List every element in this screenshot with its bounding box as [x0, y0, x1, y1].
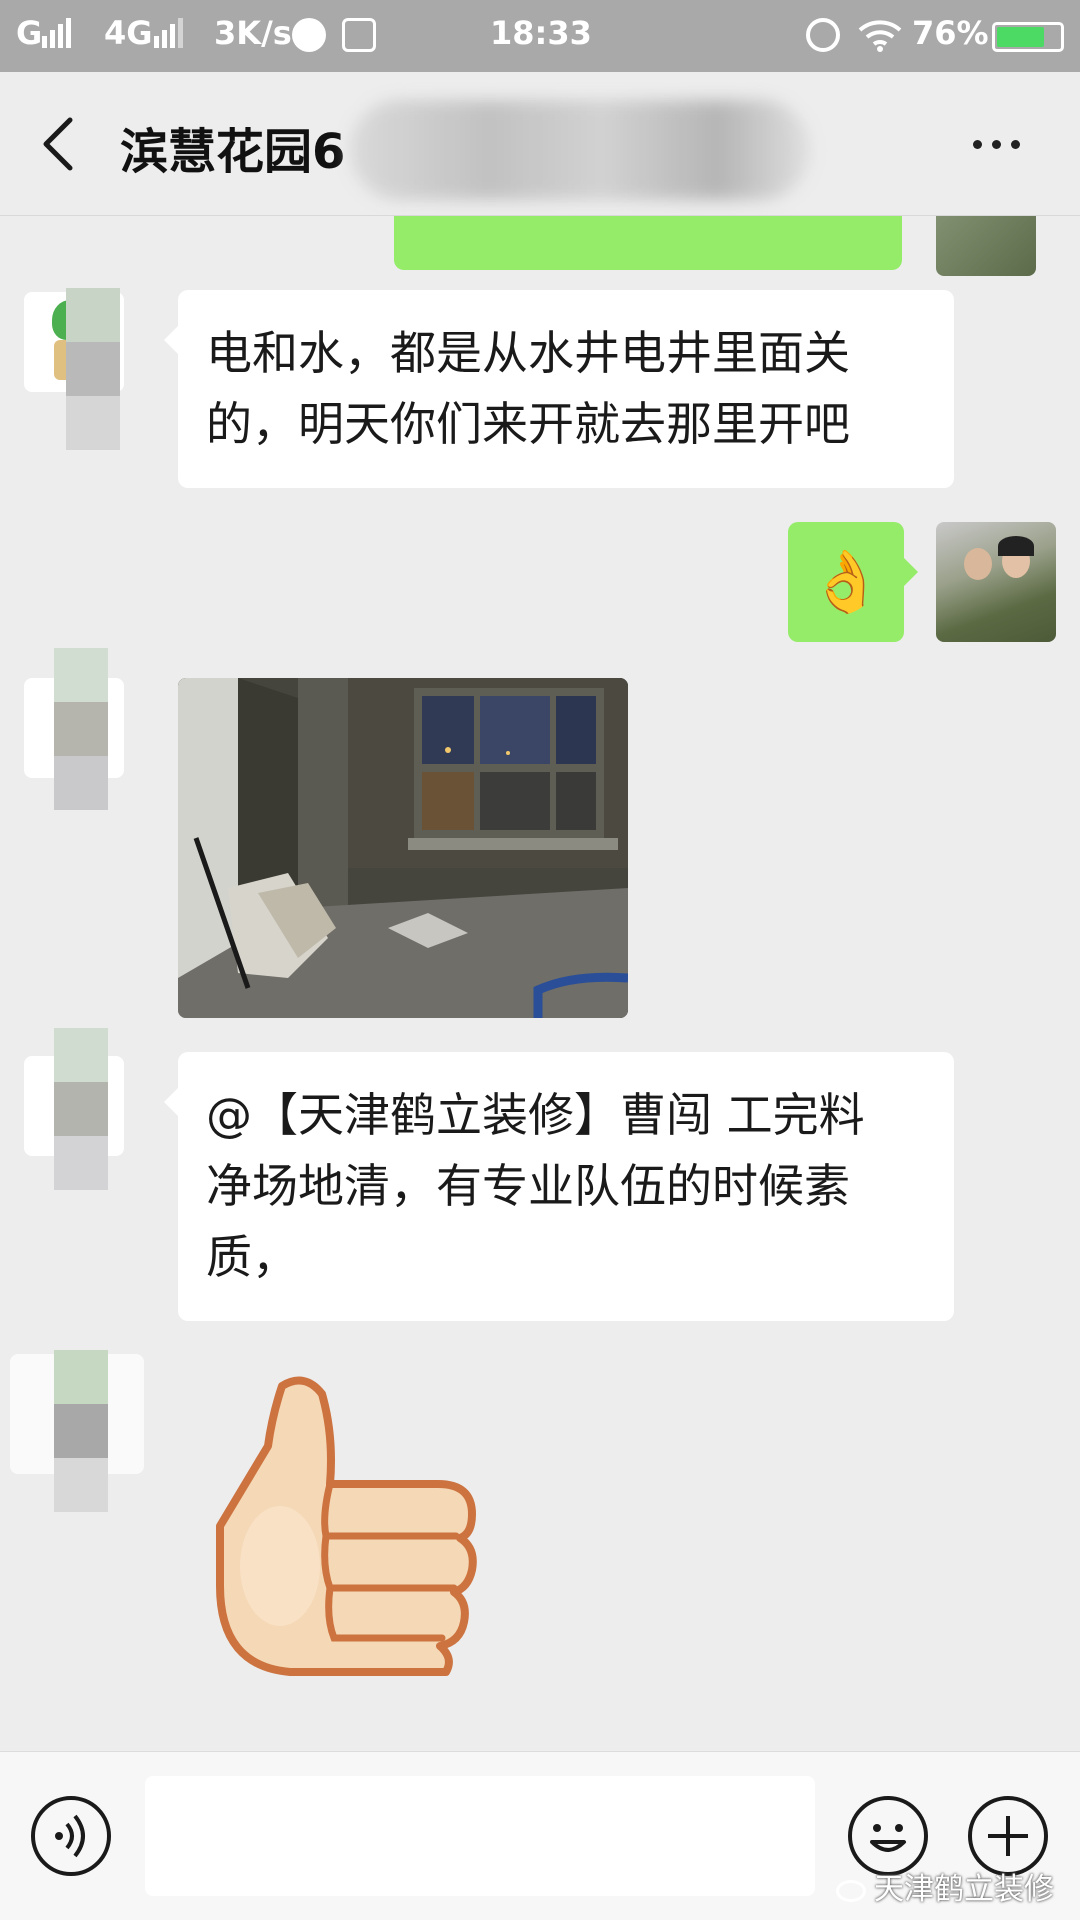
avatar-self[interactable] — [936, 216, 1036, 276]
message-line: 电和水，都是从水井电井里面关 — [206, 326, 850, 380]
message-list[interactable]: 电和水，都是从水井电井里面关 的，明天你们来开就去那里开吧 👌 @【天津鹤立装修… — [0, 216, 1080, 1751]
input-bar: 天津鹤立装修 — [0, 1751, 1080, 1920]
avatar-self[interactable] — [936, 522, 1056, 642]
network-speed: 3K/s — [214, 14, 292, 52]
wifi-icon — [858, 20, 902, 52]
voice-icon[interactable] — [31, 1796, 111, 1876]
message-line: 净场地清，有专业队伍的时候素 — [206, 1159, 850, 1213]
ok-hand-emoji: 👌 — [808, 547, 884, 617]
browser-icon — [292, 18, 326, 52]
message-line: 质， — [206, 1230, 298, 1284]
message-contact-text[interactable]: @【天津鹤立装修】曹闯 工完料 净场地清，有专业队伍的时候素 质， — [164, 1052, 954, 1321]
more-icon[interactable] — [963, 134, 1020, 153]
message-input[interactable] — [145, 1776, 815, 1896]
back-arrow-icon[interactable] — [40, 116, 76, 172]
message-line: 的，明天你们来开就去那里开吧 — [206, 397, 850, 451]
chat-photo-message[interactable] — [178, 678, 628, 1018]
clock: 18:33 — [490, 14, 592, 52]
chat-title: 滨慧花园6 — [120, 124, 346, 180]
message-self-text[interactable] — [394, 216, 902, 270]
redacted-title — [350, 100, 810, 200]
chat-header: 滨慧花园6 — [0, 72, 1080, 216]
wechat-logo-icon — [836, 1879, 866, 1902]
alarm-icon — [806, 18, 840, 52]
watermark: 天津鹤立装修 — [836, 1864, 1054, 1908]
signal-icon — [42, 18, 74, 48]
alipay-icon — [342, 18, 376, 52]
network-label: 4G — [104, 14, 153, 52]
message-line: @【天津鹤立装修】曹闯 工完料 — [206, 1088, 865, 1142]
carrier-label: G — [16, 14, 43, 52]
avatar-mosaic — [66, 288, 120, 450]
signal-icon-2 — [154, 18, 186, 48]
message-contact-text[interactable]: 电和水，都是从水井电井里面关 的，明天你们来开就去那里开吧 — [164, 290, 954, 488]
battery-fill — [997, 27, 1045, 47]
thumbs-up-sticker[interactable] — [210, 1366, 510, 1676]
avatar-mosaic — [54, 1350, 108, 1512]
status-bar: G 4G 3K/s 18:33 76% — [0, 0, 1080, 72]
watermark-text: 天津鹤立装修 — [874, 1872, 1054, 1907]
avatar-mosaic — [54, 1028, 108, 1190]
battery-icon — [992, 22, 1064, 52]
message-self-emoji[interactable]: 👌 — [788, 522, 918, 642]
avatar-mosaic — [54, 648, 108, 810]
unfinished-room-photo — [178, 678, 628, 1018]
battery-percent: 76% — [912, 14, 989, 52]
